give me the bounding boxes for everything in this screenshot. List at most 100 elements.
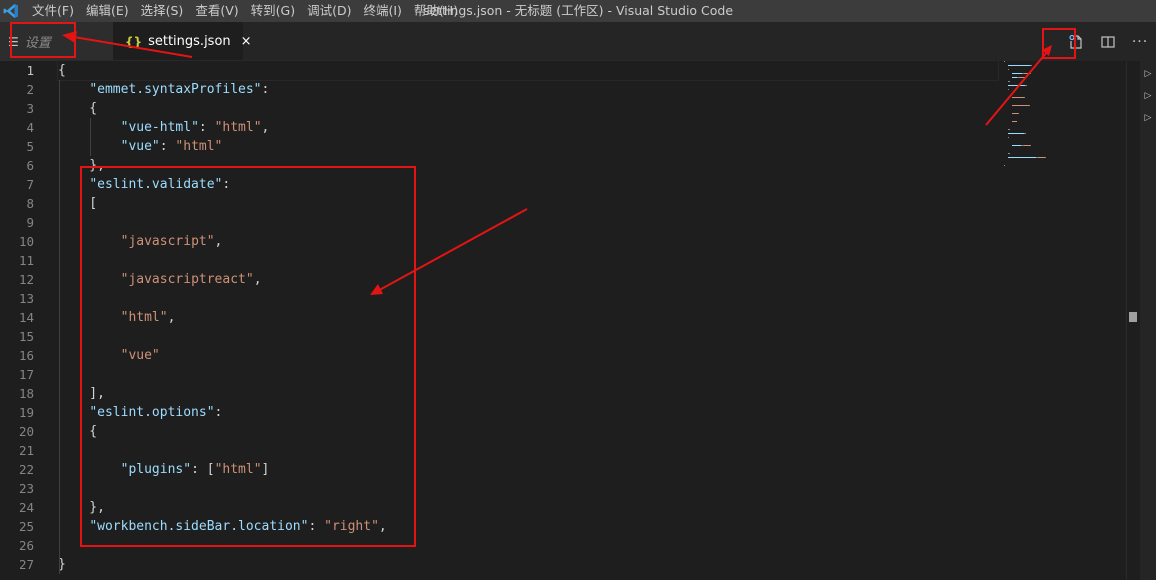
code-line[interactable]: "vue-html": "html", [58, 118, 998, 137]
more-actions-button[interactable]: ··· [1124, 22, 1156, 61]
minimap-line [1004, 81, 1124, 84]
menu-item[interactable]: 调试(D) [301, 0, 357, 22]
more-actions-icon: ··· [1131, 33, 1149, 50]
scrollbar-thumb[interactable] [1129, 312, 1137, 322]
code-line[interactable]: { [58, 99, 998, 118]
minimap-line [1004, 141, 1124, 144]
line-number: 11 [18, 253, 34, 268]
line-number: 1 [26, 63, 34, 78]
line-number: 4 [26, 120, 34, 135]
line-number: 9 [26, 215, 34, 230]
tab-label: settings.json [148, 34, 231, 49]
split-editor-button[interactable] [1092, 22, 1124, 61]
minimap-line [1004, 73, 1124, 76]
menu-item[interactable]: 帮助(H) [408, 0, 464, 22]
line-number: 13 [18, 291, 34, 306]
menu-item[interactable]: 终端(I) [357, 0, 407, 22]
json-punctuation: { [58, 63, 66, 78]
minimap-line [1004, 129, 1124, 132]
json-string: "html" [214, 120, 262, 135]
line-number: 7 [26, 177, 34, 192]
code-line[interactable]: "vue": "html" [58, 137, 998, 156]
chevron-right-icon[interactable]: ▷ [1140, 85, 1156, 107]
menu-item[interactable]: 转到(G) [245, 0, 301, 22]
menu-item[interactable]: 选择(S) [135, 0, 190, 22]
line-number: 21 [18, 443, 34, 458]
line-number: 20 [18, 424, 34, 439]
json-braces-icon: {} [125, 34, 143, 49]
minimap-line [1004, 145, 1124, 148]
minimap-line [1004, 125, 1124, 128]
indent-guide [90, 118, 91, 156]
minimap-line [1004, 149, 1124, 152]
tab-bar: ☰ 设置 {} settings.json × ··· [0, 22, 1156, 61]
line-number: 25 [18, 519, 34, 534]
title-bar: 文件(F) 编辑(E) 选择(S) 查看(V) 转到(G) 调试(D) 终端(I) 帮助(H)… [0, 0, 1156, 22]
json-string: "html" [175, 139, 223, 154]
line-number: 18 [18, 386, 34, 401]
code-line[interactable]: "emmet.syntaxProfiles": [58, 80, 998, 99]
menu-item[interactable]: 编辑(E) [80, 0, 135, 22]
json-punctuation: : [159, 139, 176, 154]
json-punctuation: { [58, 101, 98, 116]
minimap-line [1004, 85, 1124, 88]
collapsed-side-panel: ▷ ▷ ▷ [1140, 61, 1156, 580]
minimap-line [1004, 117, 1124, 120]
line-number: 22 [18, 462, 34, 477]
minimap-line [1004, 101, 1124, 104]
json-punctuation: : [261, 82, 278, 97]
minimap-line [1004, 157, 1124, 160]
minimap-line [1004, 93, 1124, 96]
minimap-line [1004, 65, 1124, 68]
minimap-line [1004, 137, 1124, 140]
menu-bar: 文件(F) 编辑(E) 选择(S) 查看(V) 转到(G) 调试(D) 终端(I) 帮助(H) [26, 0, 464, 22]
line-number: 5 [26, 139, 34, 154]
close-icon[interactable]: × [241, 34, 252, 49]
line-number: 14 [18, 310, 34, 325]
annotation-box-open-settings [1042, 28, 1076, 59]
line-number: 17 [18, 367, 34, 382]
line-number: 2 [26, 82, 34, 97]
json-punctuation: , [261, 120, 270, 135]
line-number: 26 [18, 538, 34, 553]
line-number: 3 [26, 101, 34, 116]
line-number: 19 [18, 405, 34, 420]
split-editor-icon [1101, 35, 1115, 48]
code-line[interactable]: } [58, 555, 998, 574]
line-number: 10 [18, 234, 34, 249]
minimap-line [1004, 77, 1124, 80]
minimap-line [1004, 69, 1124, 72]
minimap-line [1004, 113, 1124, 116]
line-number: 12 [18, 272, 34, 287]
annotation-box-code-block [80, 166, 416, 547]
line-number: 16 [18, 348, 34, 363]
code-line[interactable]: { [57, 60, 999, 81]
minimap-line [1004, 161, 1124, 164]
menu-item[interactable]: 文件(F) [26, 0, 80, 22]
vscode-logo-icon[interactable] [3, 3, 19, 19]
minimap-line [1004, 89, 1124, 92]
line-number: 23 [18, 481, 34, 496]
minimap[interactable] [1004, 61, 1124, 166]
minimap-line [1004, 105, 1124, 108]
line-number: 8 [26, 196, 34, 211]
minimap-line [1004, 153, 1124, 156]
minimap-line [1004, 121, 1124, 124]
chevron-right-icon[interactable]: ▷ [1140, 63, 1156, 85]
json-punctuation: : [198, 120, 215, 135]
line-number-gutter: 1 2 3 4 5 6 7 8 9 10 11 12 13 14 15 16 17 18 19 20 21 22 23 24 2… [0, 61, 40, 574]
tab-settings-json[interactable]: {} settings.json × [113, 22, 252, 61]
minimap-line [1004, 61, 1124, 64]
line-number: 27 [18, 557, 34, 572]
json-key: "vue" [120, 139, 160, 154]
menu-item[interactable]: 查看(V) [189, 0, 244, 22]
chevron-right-icon[interactable]: ▷ [1140, 107, 1156, 129]
line-number: 24 [18, 500, 34, 515]
annotation-box-settings-tab [10, 22, 76, 58]
json-key: "emmet.syntaxProfiles" [89, 82, 262, 97]
indent-guide [59, 80, 60, 574]
minimap-line [1004, 165, 1124, 168]
json-punctuation [58, 82, 89, 97]
minimap-line [1004, 97, 1124, 100]
json-key: "vue-html" [120, 120, 199, 135]
